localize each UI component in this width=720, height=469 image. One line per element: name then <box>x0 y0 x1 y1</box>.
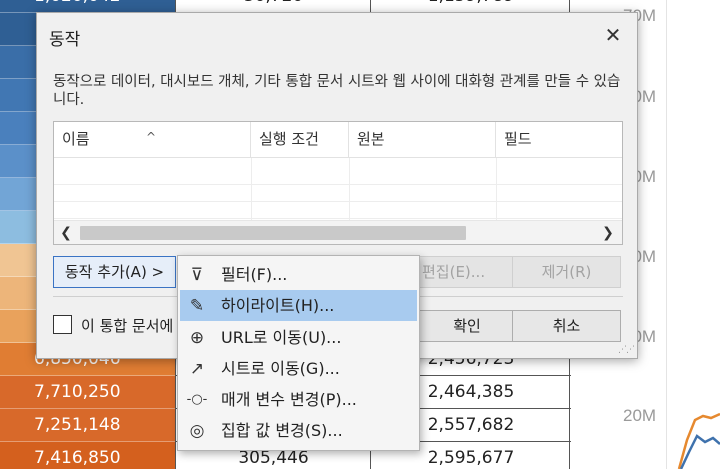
menu-item-label: URL로 이동(U)... <box>221 328 342 347</box>
scrollbar-thumb[interactable] <box>80 226 466 240</box>
add-action-menu: ⊽ 필터(F)... ✎ 하이라이트(H)... ⊕ URL로 이동(U)...… <box>177 255 420 451</box>
external-link-icon: ↗ <box>189 359 205 379</box>
color-cell: 7,710,250 <box>0 376 175 409</box>
menu-item-label: 필터(F)... <box>221 265 288 284</box>
menu-item-go-to-url[interactable]: ⊕ URL로 이동(U)... <box>180 322 417 353</box>
dialog-title: 동작 <box>49 30 81 50</box>
resize-grip-icon[interactable]: ⋰⋰ <box>618 345 635 355</box>
menu-item-label: 시트로 이동(G)... <box>221 359 340 378</box>
color-cell: 7,416,850 <box>0 442 175 469</box>
cancel-button[interactable]: 취소 <box>512 310 621 342</box>
scroll-left-icon[interactable]: ❮ <box>56 223 76 243</box>
menu-item-label: 집합 값 변경(S)... <box>221 421 343 440</box>
globe-icon: ⊕ <box>189 328 205 348</box>
filter-icon: ⊽ <box>190 265 204 285</box>
checkbox-label: 이 통합 문서에 <box>81 317 174 335</box>
dialog-description: 동작으로 데이터, 대시보드 개체, 기타 통합 문서 시트와 웹 사이에 대화… <box>53 74 621 108</box>
sort-caret-icon: ^ <box>146 130 157 144</box>
menu-item-change-set-values[interactable]: ◎ 집합 값 변경(S)... <box>180 415 417 446</box>
grid-column-line <box>496 158 497 220</box>
menu-item-label: 하이라이트(H)... <box>221 296 335 315</box>
parameter-icon: -○- <box>186 392 208 407</box>
workbook-checkbox[interactable] <box>53 315 72 334</box>
column-header-trigger[interactable]: 실행 조건 <box>251 122 349 158</box>
remove-button[interactable]: 제거(R) <box>512 256 621 288</box>
add-action-button[interactable]: 동작 추가(A) > <box>53 256 176 288</box>
actions-grid[interactable]: 이름 ^ 실행 조건 원본 필드 ❮ ❯ <box>53 121 623 245</box>
menu-item-highlight[interactable]: ✎ 하이라이트(H)... <box>180 290 417 321</box>
close-icon[interactable]: ✕ <box>599 21 627 49</box>
color-cell: 7,251,148 <box>0 409 175 442</box>
grid-header: 이름 ^ 실행 조건 원본 필드 <box>54 122 622 158</box>
grid-row <box>54 168 622 185</box>
column-header-label: 이름 <box>62 130 90 148</box>
ok-button[interactable]: 확인 <box>412 310 522 342</box>
grid-row <box>54 202 622 219</box>
grid-row <box>54 185 622 202</box>
scroll-right-icon[interactable]: ❯ <box>598 223 618 243</box>
menu-item-change-parameter[interactable]: -○- 매개 변수 변경(P)... <box>180 384 417 415</box>
set-icon: ◎ <box>189 421 205 441</box>
grid-column-line <box>251 158 252 220</box>
horizontal-scrollbar[interactable]: ❮ ❯ <box>54 220 622 244</box>
menu-item-go-to-sheet[interactable]: ↗ 시트로 이동(G)... <box>180 353 417 384</box>
highlight-pen-icon: ✎ <box>189 296 205 316</box>
column-header-source[interactable]: 원본 <box>349 122 496 158</box>
grid-column-line <box>349 158 350 220</box>
column-header-name[interactable]: 이름 ^ <box>54 122 251 158</box>
menu-item-label: 매개 변수 변경(P)... <box>221 390 357 409</box>
menu-item-filter[interactable]: ⊽ 필터(F)... <box>180 259 417 290</box>
column-header-field[interactable]: 필드 <box>496 122 622 158</box>
